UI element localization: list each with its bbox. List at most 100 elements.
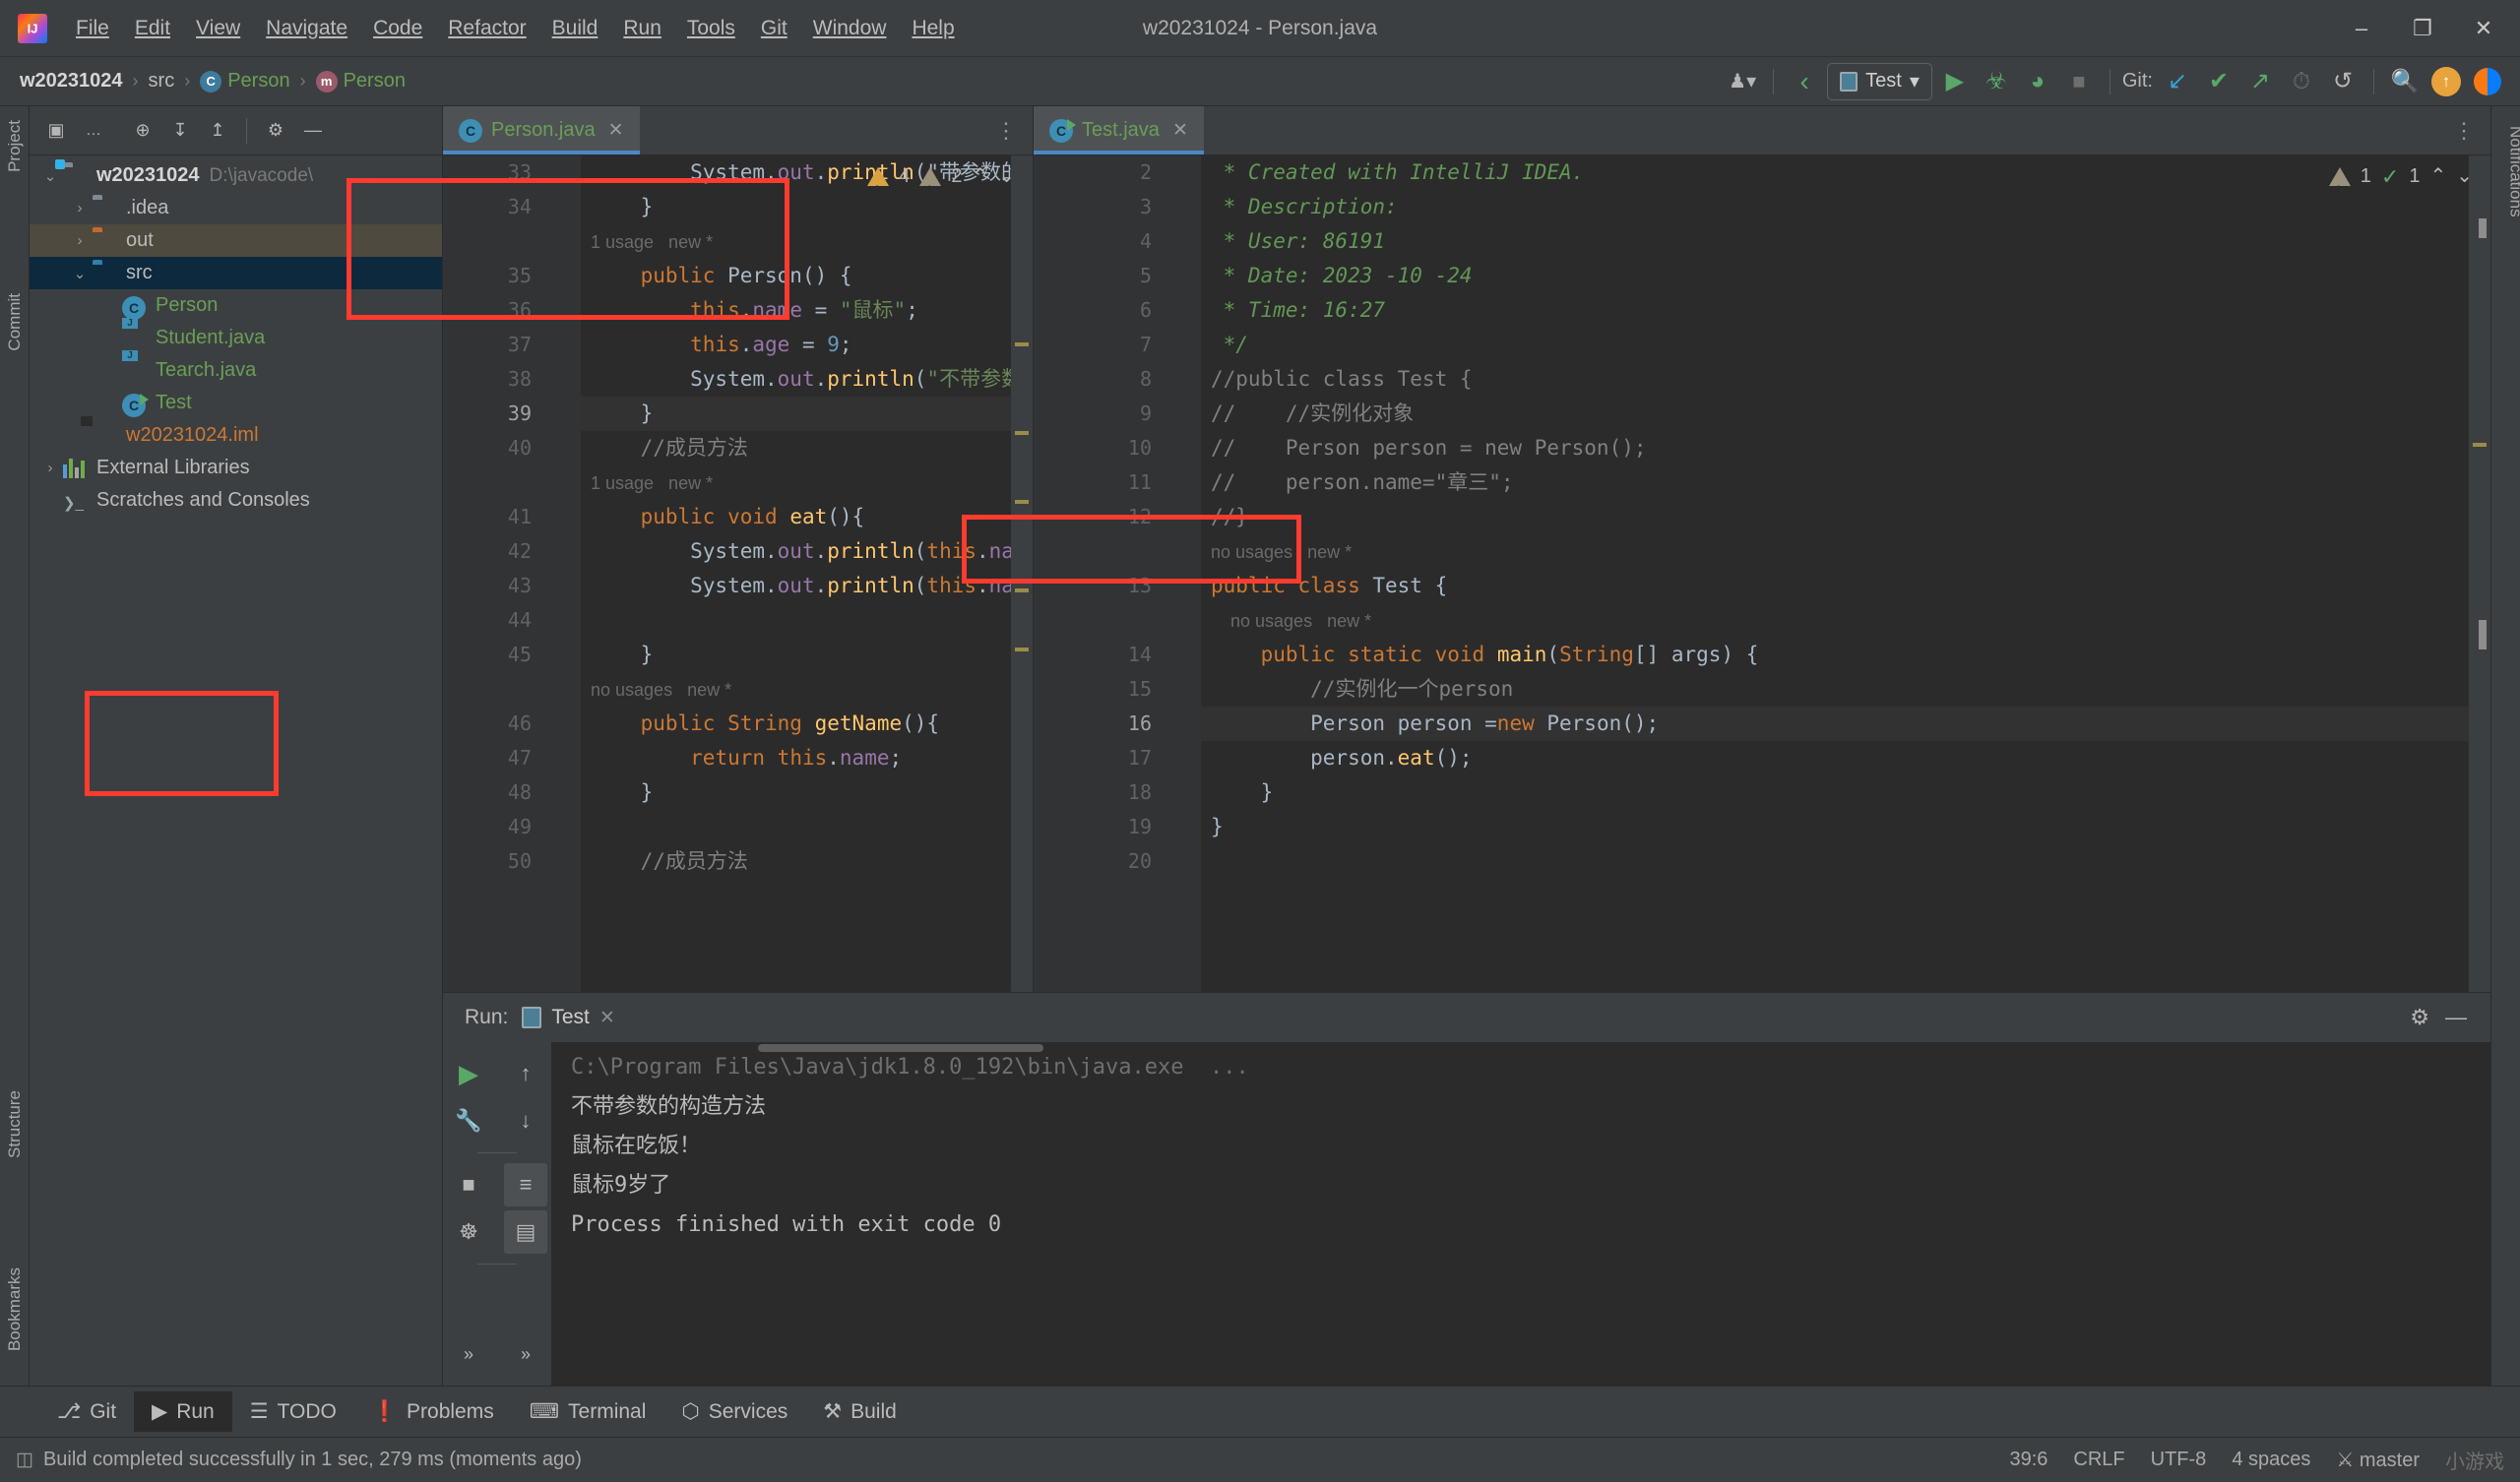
fold-column-left[interactable] — [541, 155, 581, 992]
next-problem-icon[interactable]: ⌄ — [2456, 159, 2473, 194]
tree-item-src[interactable]: ⌄ src — [30, 257, 442, 289]
code-hint[interactable]: 1 usage new * — [581, 465, 1033, 500]
history-icon[interactable]: ⏱ — [2283, 63, 2320, 100]
fold-column-right[interactable] — [1162, 155, 1201, 992]
rerun-icon[interactable]: ▶ — [447, 1052, 490, 1095]
breadcrumb-method[interactable]: m Person — [312, 68, 410, 94]
marker-bar-right[interactable] — [2469, 155, 2490, 992]
tool-window-bar[interactable]: ⎇ Git ▶ Run ☰ TODO ❗ Problems ⌨ Terminal ⬡ Services… — [0, 1386, 2520, 1437]
git-push-icon[interactable]: ↗ — [2241, 63, 2279, 100]
close-icon[interactable]: ✕ — [599, 1007, 615, 1029]
git-update-icon[interactable]: ↙ — [2159, 63, 2196, 100]
tree-item-out[interactable]: › out — [30, 224, 442, 257]
close-icon[interactable]: ✕ — [1172, 119, 1188, 142]
inspection-widget-right[interactable]: 1 ✓ 1 ⌃ ⌄ — [2328, 159, 2473, 208]
menu-edit[interactable]: Edit — [122, 11, 183, 46]
restore-button[interactable]: ❐ — [2392, 1, 2453, 56]
run-icon[interactable]: ▶ — [1936, 63, 1974, 100]
user-avatar-icon[interactable]: ♟▾ — [1724, 63, 1761, 100]
chevron-right-icon[interactable]: › — [37, 460, 63, 476]
search-everywhere-icon[interactable]: 🔍 — [2386, 63, 2424, 100]
git-commit-icon[interactable]: ✔ — [2200, 63, 2237, 100]
tool-strip-structure[interactable]: Structure — [5, 1090, 25, 1158]
marker-scroll-thumb[interactable] — [2479, 620, 2487, 649]
code-content-right[interactable]: * Created with IntelliJ IDEA. * Descript… — [1201, 155, 2490, 992]
debug-icon[interactable]: ☣ — [1978, 63, 2015, 100]
stop-icon[interactable]: ■ — [447, 1163, 490, 1206]
settings-gear-icon[interactable]: ⚙ — [261, 116, 290, 146]
chevron-down-icon[interactable]: ⌄ — [37, 167, 63, 185]
tree-item-external-libraries[interactable]: › External Libraries — [30, 452, 442, 484]
menu-run[interactable]: Run — [610, 11, 674, 46]
git-branch-widget[interactable]: ⚔ master — [2336, 1448, 2420, 1472]
update-available-icon[interactable]: ↑ — [2427, 63, 2465, 100]
menu-code[interactable]: Code — [360, 11, 435, 46]
menu-git[interactable]: Git — [748, 11, 800, 46]
menu-tools[interactable]: Tools — [674, 11, 748, 46]
tool-window-button-problems[interactable]: ❗ Problems — [354, 1392, 512, 1432]
breadcrumb-src[interactable]: src — [145, 68, 179, 94]
ide-theme-icon[interactable] — [2469, 63, 2506, 100]
tab-person-java[interactable]: C Person.java ✕ — [443, 106, 640, 154]
console-output[interactable]: C:\Program Files\Java\jdk1.8.0_192\bin\j… — [551, 1042, 2490, 1386]
close-icon[interactable]: ✕ — [608, 119, 624, 142]
line-separator[interactable]: CRLF — [2073, 1449, 2124, 1471]
tool-strip-bookmarks[interactable]: Bookmarks — [5, 1267, 25, 1351]
project-view-select-icon[interactable]: ▣ — [41, 116, 71, 146]
code-content-left[interactable]: System.out.println("带参数的构造方 }1 usage new… — [581, 155, 1033, 992]
menu-window[interactable]: Window — [800, 11, 900, 46]
minimize-button[interactable]: – — [2331, 1, 2392, 56]
chevron-right-icon[interactable]: › — [67, 232, 93, 249]
project-tree[interactable]: ⌄ w20231024 D:\javacode\ › .idea › out ⌄ src C Per… — [30, 155, 442, 1386]
tree-item-person[interactable]: C Person — [30, 289, 442, 322]
menu-help[interactable]: Help — [899, 11, 967, 46]
code-hint[interactable]: no usages new * — [581, 672, 1033, 707]
tree-item-tearch-java[interactable]: Tearch.java — [30, 354, 442, 387]
chevron-right-icon[interactable]: › — [67, 200, 93, 216]
tool-strip-project[interactable]: Project — [5, 120, 25, 172]
tree-item-w20231024-iml[interactable]: w20231024.iml — [30, 419, 442, 452]
breadcrumb-class[interactable]: C Person — [196, 68, 293, 94]
menu-refactor[interactable]: Refactor — [435, 11, 538, 46]
undo-icon[interactable]: ↺ — [2324, 63, 2362, 100]
menu-bar[interactable]: File Edit View Navigate Code Refactor Bu… — [63, 11, 968, 46]
hide-panel-icon[interactable]: — — [2445, 1005, 2467, 1030]
editor-options-icon[interactable]: ⋮ — [2439, 106, 2490, 154]
print-icon[interactable]: ▤ — [504, 1210, 547, 1254]
console-scrollbar[interactable] — [758, 1044, 1043, 1052]
wrench-icon[interactable]: 🔧 — [447, 1099, 490, 1142]
expand-strip-icon[interactable]: » — [447, 1332, 490, 1376]
back-arrow-icon[interactable]: ‹ — [1786, 63, 1823, 100]
tool-window-button-services[interactable]: ⬡ Services — [663, 1391, 805, 1432]
tab-test-java[interactable]: C Test.java ✕ — [1034, 106, 1204, 154]
marker-scroll-thumb[interactable] — [2479, 218, 2487, 238]
menu-file[interactable]: File — [63, 11, 122, 46]
marker-bar-left[interactable] — [1011, 155, 1033, 992]
tree-item-w20231024[interactable]: ⌄ w20231024 D:\javacode\ — [30, 159, 442, 192]
menu-build[interactable]: Build — [539, 11, 611, 46]
expand-strip-icon[interactable]: » — [504, 1332, 547, 1376]
caret-position[interactable]: 39:6 — [2009, 1449, 2048, 1471]
tool-window-button-build[interactable]: ⚒ Build — [805, 1391, 914, 1432]
run-configuration-selector[interactable]: Test ▾ — [1827, 62, 1932, 100]
hide-panel-icon[interactable]: — — [298, 116, 328, 146]
expand-all-icon[interactable]: ↧ — [165, 116, 195, 146]
tool-window-button-terminal[interactable]: ⌨ Terminal — [512, 1391, 664, 1432]
tool-window-button-git[interactable]: ⎇ Git — [39, 1391, 134, 1432]
scroll-down-icon[interactable]: ↓ — [504, 1099, 547, 1142]
code-hint[interactable]: 1 usage new * — [581, 224, 1033, 259]
prev-problem-icon[interactable]: ⌃ — [972, 159, 988, 194]
tree-item-scratches-and-consoles[interactable]: ❯_ Scratches and Consoles — [30, 484, 442, 517]
tool-window-button-run[interactable]: ▶ Run — [134, 1391, 232, 1432]
indent-setting[interactable]: 4 spaces — [2232, 1449, 2310, 1471]
prev-problem-icon[interactable]: ⌃ — [2429, 159, 2446, 194]
stop-icon[interactable]: ■ — [2060, 63, 2098, 100]
scroll-from-source-icon[interactable]: ⊕ — [128, 116, 158, 146]
file-encoding[interactable]: UTF-8 — [2151, 1449, 2207, 1471]
chevron-down-icon[interactable]: ⌄ — [67, 265, 93, 282]
tree-item-test[interactable]: C Test — [30, 387, 442, 419]
menu-view[interactable]: View — [183, 11, 253, 46]
tree-item--idea[interactable]: › .idea — [30, 192, 442, 224]
inspection-widget-left[interactable]: 4 2 ⌃ ⌄ — [867, 159, 1015, 208]
code-hint[interactable]: no usages new * — [1201, 603, 2490, 638]
